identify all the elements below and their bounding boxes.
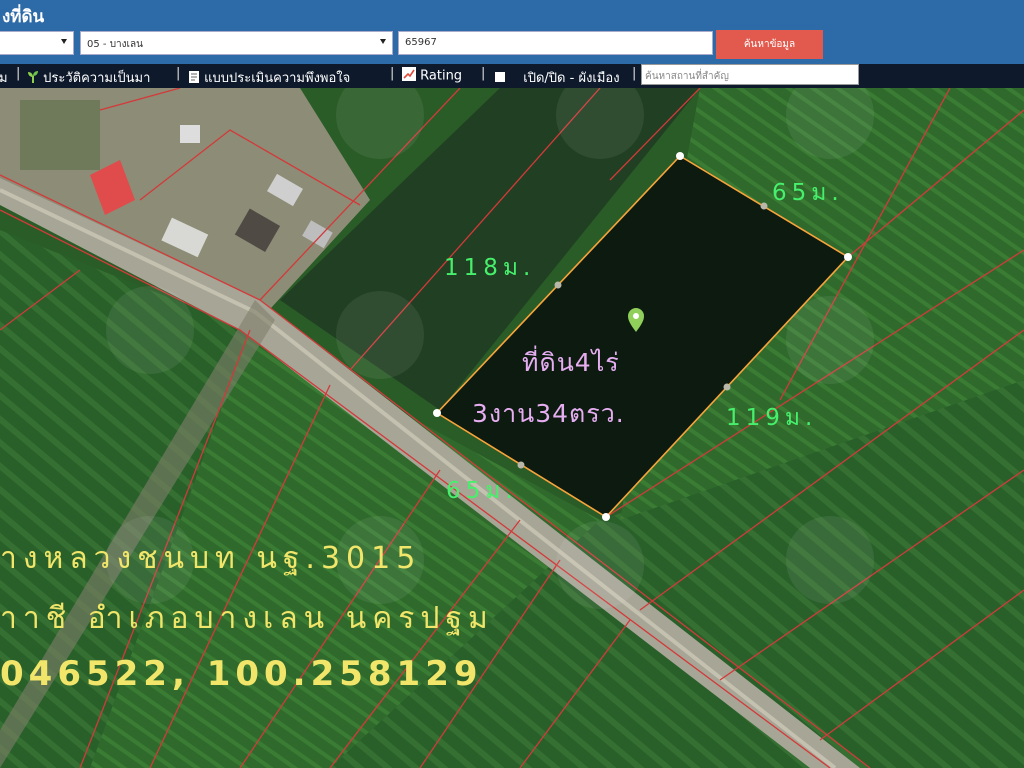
toolbar-divider: | — [176, 66, 181, 81]
parcel-number-value: 65967 — [405, 37, 437, 48]
toolbar-item-survey-label: แบบประเมินความพึงพอใจ — [204, 71, 351, 86]
toolbar: ม | ประวัติความเป็นมา | แบบประเมินความพึ… — [0, 64, 1024, 88]
road-caption: างหลวงชนบท นฐ.3015 — [0, 541, 422, 576]
parcel-number-input[interactable]: 65967 — [398, 31, 713, 55]
district-select-value: 05 - บางเลน — [87, 39, 143, 50]
location-caption: าาชี อำเภอบางเลน นครปฐม — [0, 601, 494, 636]
toolbar-item-survey[interactable]: แบบประเมินความพึงพอใจ — [188, 67, 350, 88]
chevron-down-icon — [61, 39, 67, 44]
toolbar-item-rating-label: Rating — [420, 68, 463, 84]
chart-icon — [402, 67, 416, 85]
app-header: งที่ดิน 05 - บางเลน 65967 ค้นหาข้อมูล — [0, 0, 1024, 64]
search-button[interactable]: ค้นหาข้อมูล — [716, 30, 823, 59]
toolbar-item-history[interactable]: ประวัติความเป็นมา — [27, 67, 150, 88]
side-length-label: 119ม. — [726, 405, 818, 431]
satellite-map[interactable]: 65ม. 118ม. 119ม. 65ม. ที่ดิน4ไร่ 3งาน34ต… — [0, 88, 1024, 768]
toolbar-divider: | — [632, 66, 637, 81]
toolbar-item-zoning-label: เปิด/ปิด - ผังเมือง — [523, 71, 620, 86]
side-length-label: 118ม. — [444, 255, 536, 281]
coordinates-caption: 046522, 100.258129 — [0, 654, 483, 694]
toolbar-divider: | — [16, 66, 21, 81]
chevron-down-icon — [380, 39, 386, 44]
sprout-icon — [27, 70, 39, 88]
side-length-label: 65ม. — [772, 180, 844, 206]
area-label: ที่ดิน4ไร่ — [522, 348, 620, 377]
toolbar-item-zoning[interactable]: เปิด/ปิด - ผังเมือง — [495, 67, 620, 88]
landmark-search-input[interactable]: ค้นหาสถานที่สำคัญ — [641, 64, 859, 85]
area-label: 3งาน34ตรว. — [472, 399, 625, 428]
district-select[interactable]: 05 - บางเลน — [80, 31, 393, 55]
toolbar-divider: | — [390, 66, 395, 81]
app-title: งที่ดิน — [2, 7, 45, 27]
province-select[interactable] — [0, 31, 74, 55]
toolbar-item-rating[interactable]: Rating — [402, 67, 462, 85]
toolbar-item-history-label: ประวัติความเป็นมา — [43, 71, 151, 86]
toolbar-item-cut[interactable]: ม — [0, 67, 8, 88]
document-icon — [188, 70, 200, 88]
side-length-label: 65ม. — [446, 478, 518, 504]
toolbar-divider: | — [481, 66, 486, 81]
checkbox-icon[interactable] — [495, 71, 505, 86]
